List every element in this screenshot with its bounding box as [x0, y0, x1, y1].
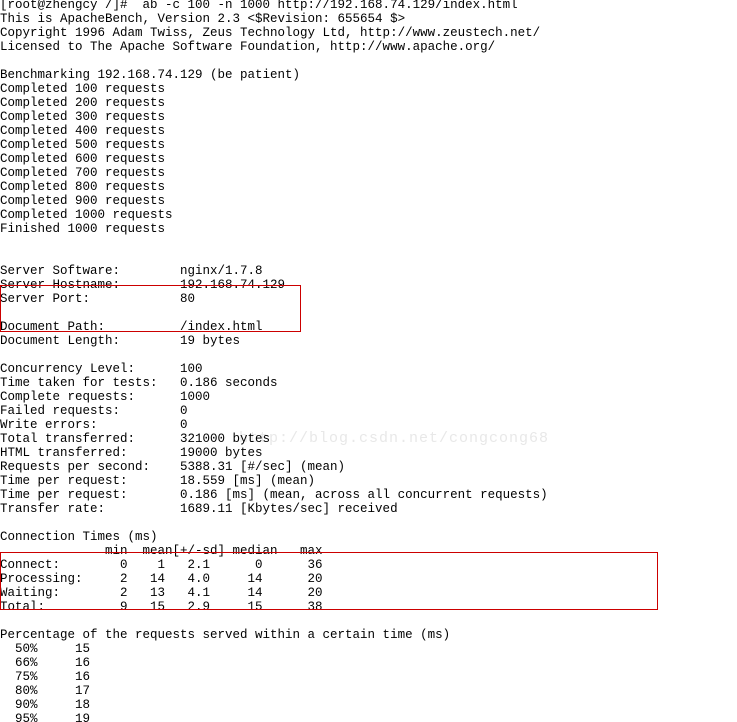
complete-requests-line: Complete requests: 1000 [0, 390, 210, 404]
requests-per-second-line: Requests per second: 5388.31 [#/sec] (me… [0, 460, 345, 474]
license-line: Licensed to The Apache Software Foundati… [0, 40, 495, 54]
html-transferred-line: HTML transferred: 19000 bytes [0, 446, 263, 460]
progress-line: Completed 300 requests [0, 110, 165, 124]
progress-line: Completed 600 requests [0, 152, 165, 166]
concurrency-line: Concurrency Level: 100 [0, 362, 203, 376]
progress-line: Completed 800 requests [0, 180, 165, 194]
progress-line: Completed 1000 requests [0, 208, 173, 222]
document-length-line: Document Length: 19 bytes [0, 334, 240, 348]
percentile-row: 50% 15 [0, 642, 90, 656]
terminal-output: [root@zhengcy /]# ab -c 100 -n 1000 http… [0, 0, 548, 722]
progress-line: Completed 500 requests [0, 138, 165, 152]
failed-requests-line: Failed requests: 0 [0, 404, 188, 418]
progress-line: Completed 200 requests [0, 96, 165, 110]
highlight-box-performance [0, 552, 658, 610]
time-per-request-concurrent-line: Time per request: 0.186 [ms] (mean, acro… [0, 488, 548, 502]
percentile-row: 95% 19 [0, 712, 90, 722]
time-per-request-line: Time per request: 18.559 [ms] (mean) [0, 474, 315, 488]
prompt-line: [root@zhengcy /]# ab -c 100 -n 1000 http… [0, 0, 518, 12]
highlight-box-server-info [0, 285, 301, 332]
progress-line: Completed 100 requests [0, 82, 165, 96]
transfer-rate-line: Transfer rate: 1689.11 [Kbytes/sec] rece… [0, 502, 398, 516]
percentile-row: 80% 17 [0, 684, 90, 698]
copyright-line: Copyright 1996 Adam Twiss, Zeus Technolo… [0, 26, 540, 40]
connection-times-header: Connection Times (ms) [0, 530, 158, 544]
write-errors-line: Write errors: 0 [0, 418, 188, 432]
progress-line: Completed 400 requests [0, 124, 165, 138]
time-taken-line: Time taken for tests: 0.186 seconds [0, 376, 278, 390]
percentile-row: 75% 16 [0, 670, 90, 684]
finished-line: Finished 1000 requests [0, 222, 165, 236]
progress-line: Completed 900 requests [0, 194, 165, 208]
progress-line: Completed 700 requests [0, 166, 165, 180]
percentile-row: 66% 16 [0, 656, 90, 670]
percentage-header: Percentage of the requests served within… [0, 628, 450, 642]
server-software-line: Server Software: nginx/1.7.8 [0, 264, 263, 278]
version-line: This is ApacheBench, Version 2.3 <$Revis… [0, 12, 405, 26]
benchmarking-line: Benchmarking 192.168.74.129 (be patient) [0, 68, 300, 82]
total-transferred-line: Total transferred: 321000 bytes [0, 432, 270, 446]
percentile-row: 90% 18 [0, 698, 90, 712]
